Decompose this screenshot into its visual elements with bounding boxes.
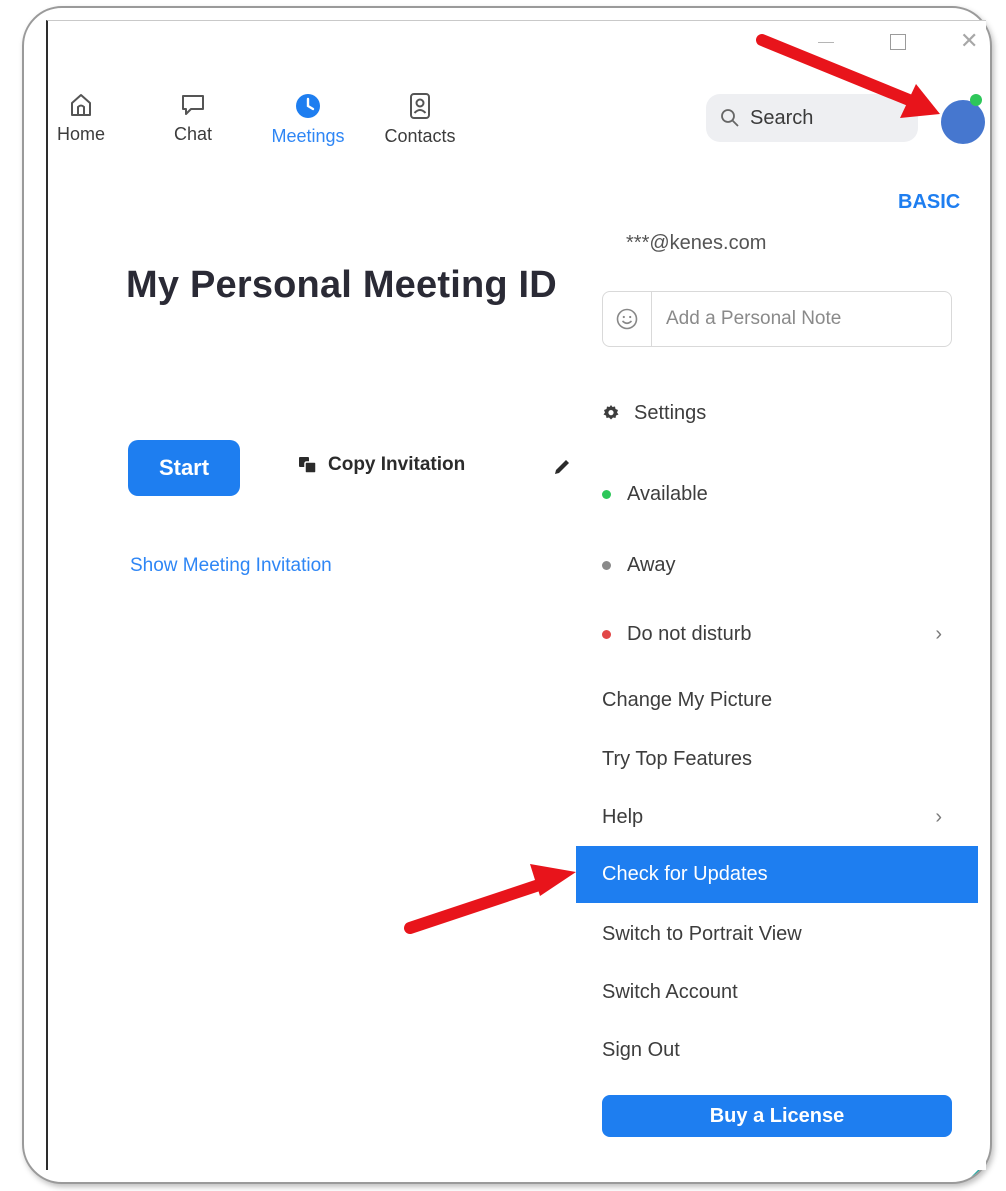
nav-home-label: Home bbox=[56, 124, 105, 144]
account-email: ***@kenes.com bbox=[626, 232, 767, 254]
nav-meetings[interactable]: Meetings bbox=[266, 92, 350, 147]
dnd-status-dot bbox=[602, 629, 611, 639]
menu-sign-out[interactable]: Sign Out bbox=[576, 1022, 978, 1078]
menu-change-picture-label: Change My Picture bbox=[602, 688, 773, 711]
home-icon bbox=[71, 94, 91, 116]
nav-chat[interactable]: Chat bbox=[168, 92, 218, 145]
nav-meetings-label: Meetings bbox=[271, 126, 345, 146]
menu-sign-out-label: Sign Out bbox=[602, 1038, 680, 1061]
nav-contacts[interactable]: Contacts bbox=[380, 92, 460, 147]
chevron-right-icon: › bbox=[935, 622, 942, 645]
copy-invitation-button[interactable]: Copy Invitation bbox=[298, 454, 465, 476]
menu-help-label: Help bbox=[602, 805, 644, 828]
available-status-dot bbox=[602, 489, 611, 499]
menu-dnd-label: Do not disturb bbox=[627, 622, 752, 645]
nav-home[interactable]: Home bbox=[56, 92, 106, 145]
emoji-button[interactable] bbox=[603, 292, 652, 346]
menu-available-label: Available bbox=[627, 482, 708, 505]
menu-help[interactable]: Help › bbox=[576, 789, 978, 845]
menu-check-updates-label: Check for Updates bbox=[602, 863, 768, 885]
plan-badge: BASIC bbox=[898, 191, 961, 213]
menu-change-picture[interactable]: Change My Picture bbox=[576, 672, 978, 728]
menu-switch-account-label: Switch Account bbox=[602, 980, 738, 1003]
maximize-button[interactable] bbox=[890, 34, 906, 50]
menu-status-do-not-disturb[interactable]: Do not disturb › bbox=[576, 606, 978, 662]
menu-switch-portrait[interactable]: Switch to Portrait View bbox=[576, 906, 978, 962]
search-box[interactable]: Search bbox=[706, 94, 918, 142]
chevron-right-icon: › bbox=[935, 805, 942, 828]
close-button[interactable]: ✕ bbox=[960, 28, 978, 54]
menu-switch-account[interactable]: Switch Account bbox=[576, 964, 978, 1020]
search-icon bbox=[721, 109, 739, 127]
pencil-icon[interactable] bbox=[552, 457, 572, 477]
copy-invitation-label: Copy Invitation bbox=[328, 454, 466, 475]
menu-status-away[interactable]: Away bbox=[576, 537, 978, 593]
smiley-icon bbox=[616, 308, 638, 330]
search-label: Search bbox=[750, 106, 814, 129]
contacts-icon bbox=[410, 93, 430, 119]
menu-try-top-features[interactable]: Try Top Features bbox=[576, 731, 978, 787]
menu-away-label: Away bbox=[627, 553, 676, 576]
menu-check-for-updates[interactable]: Check for Updates bbox=[576, 846, 978, 903]
menu-settings-label: Settings bbox=[634, 401, 707, 424]
personal-note-placeholder: Add a Personal Note bbox=[666, 308, 842, 329]
online-status-dot bbox=[970, 94, 982, 106]
avatar[interactable] bbox=[941, 100, 985, 144]
page-title: My Personal Meeting ID bbox=[126, 264, 557, 306]
personal-note-field[interactable]: Add a Personal Note bbox=[602, 291, 952, 347]
menu-portrait-label: Switch to Portrait View bbox=[602, 922, 802, 945]
clock-icon bbox=[296, 94, 320, 118]
gear-icon bbox=[603, 405, 619, 420]
nav-chat-label: Chat bbox=[173, 124, 213, 144]
menu-status-available[interactable]: Available bbox=[576, 466, 978, 522]
away-status-dot bbox=[602, 560, 611, 570]
copy-icon bbox=[299, 457, 317, 474]
nav-contacts-label: Contacts bbox=[384, 126, 456, 146]
show-meeting-invitation-link[interactable]: Show Meeting Invitation bbox=[130, 555, 332, 577]
chat-icon bbox=[182, 95, 204, 115]
menu-settings[interactable]: Settings bbox=[576, 385, 978, 441]
menu-top-features-label: Try Top Features bbox=[602, 747, 753, 770]
start-button[interactable]: Start bbox=[128, 440, 240, 496]
buy-license-button[interactable]: Buy a License bbox=[602, 1095, 952, 1137]
minimize-button[interactable] bbox=[818, 42, 834, 43]
